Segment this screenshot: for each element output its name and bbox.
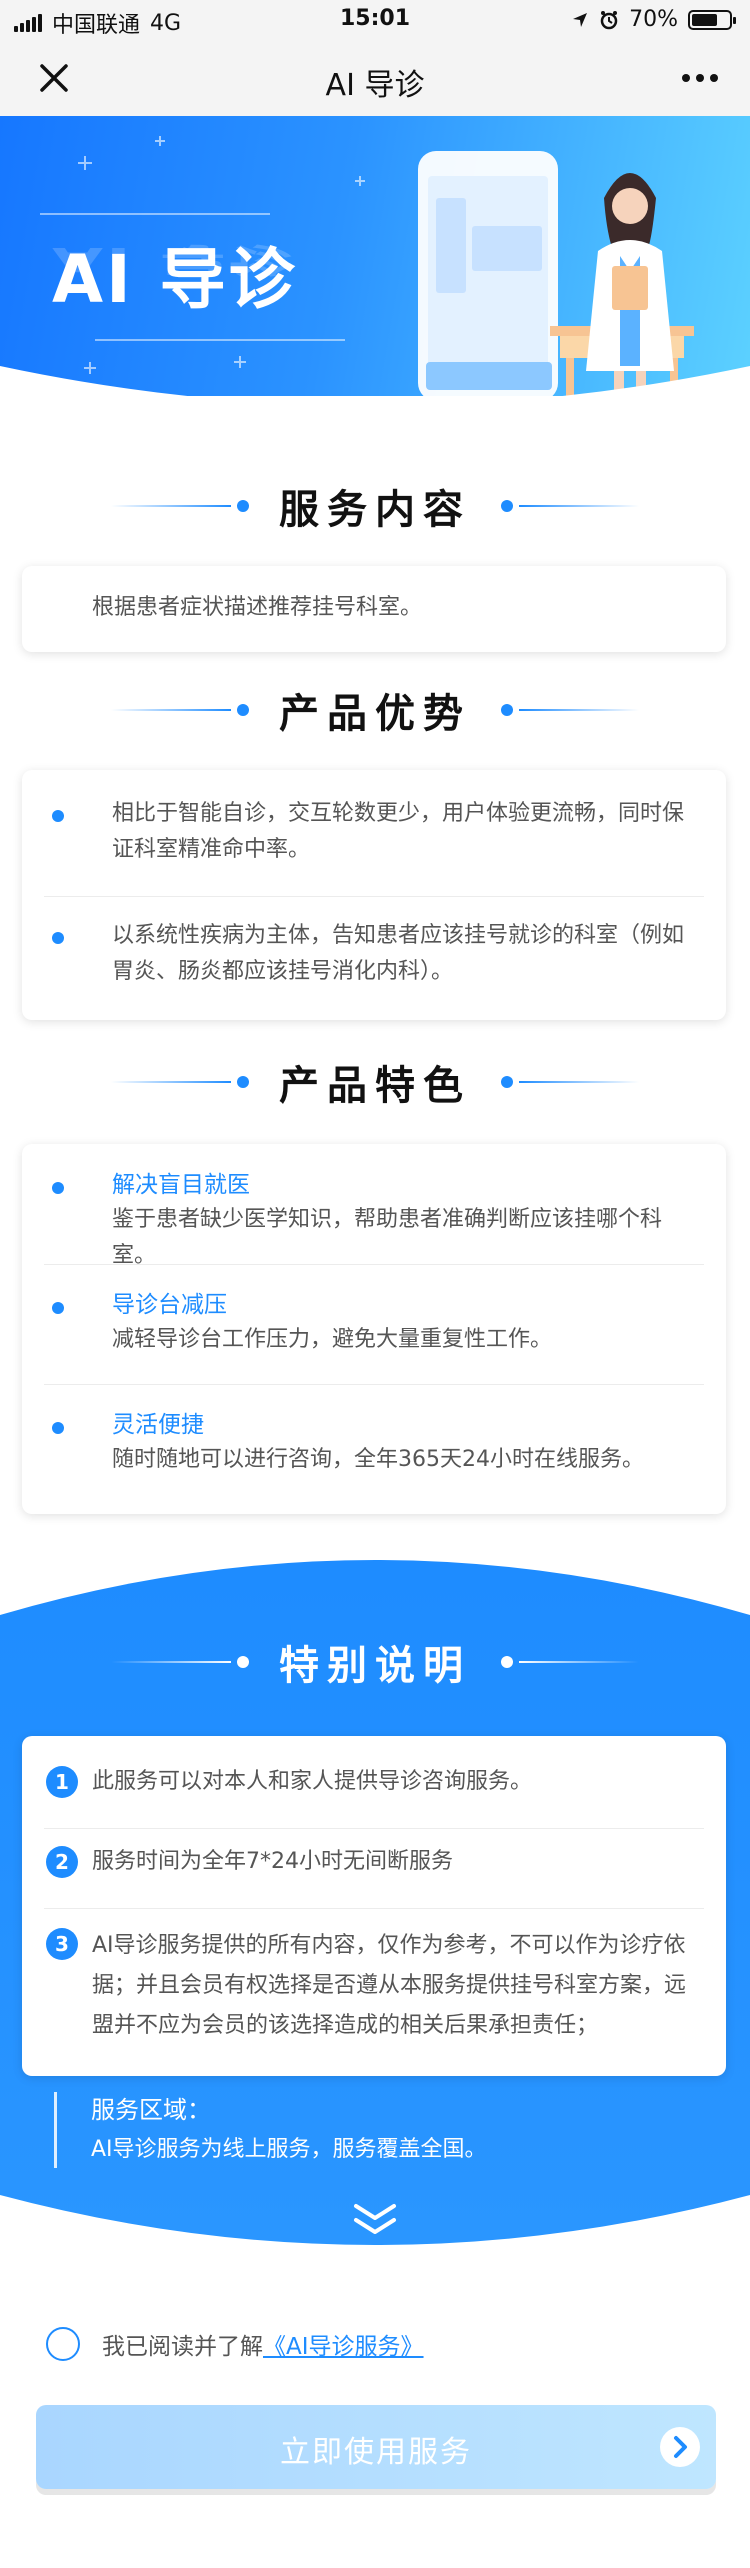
battery-percent: 70% bbox=[629, 7, 678, 32]
feature-title: 解决盲目就医 bbox=[112, 1172, 250, 1198]
divider bbox=[44, 1384, 704, 1385]
section-title-text: 产品特色 bbox=[279, 1063, 471, 1109]
list-item: 相比于智能自诊，交互轮数更少，用户体验更流畅，同时保证科室精准命中率。 bbox=[22, 796, 726, 868]
special-card: 1 此服务可以对本人和家人提供导诊咨询服务。 2 服务时间为全年7*24小时无间… bbox=[22, 1736, 726, 2076]
double-chevron-down-icon[interactable] bbox=[350, 2200, 400, 2240]
section-title-special: 特别说明 bbox=[0, 1634, 750, 1690]
region-label: 服务区域： bbox=[91, 2096, 211, 2124]
use-service-label: 立即使用服务 bbox=[280, 2435, 472, 2470]
more-icon[interactable] bbox=[680, 60, 720, 96]
status-bar: 中国联通 4G 15:01 70% bbox=[0, 0, 750, 40]
special-text: AI导诊服务提供的所有内容，仅作为参考，不可以作为诊疗依据；并且会员有权选择是否… bbox=[92, 1933, 687, 2038]
section-title-features: 产品特色 bbox=[0, 1054, 750, 1110]
feature-title: 灵活便捷 bbox=[112, 1412, 204, 1438]
hero-banner: AI 导诊 AI 导诊 bbox=[0, 116, 750, 396]
alarm-icon bbox=[600, 10, 618, 29]
feature-item: 解决盲目就医 鉴于患者缺少医学知识，帮助患者准确判断应该挂哪个科室。 bbox=[22, 1168, 726, 1274]
bullet-icon bbox=[52, 1302, 64, 1314]
feature-item: 灵活便捷 随时随地可以进行咨询，全年365天24小时在线服务。 bbox=[22, 1408, 726, 1478]
service-region: 服务区域： AI导诊服务为线上服务，服务覆盖全国。 bbox=[54, 2092, 487, 2168]
battery-icon bbox=[688, 9, 736, 30]
divider bbox=[44, 896, 704, 897]
feature-title: 导诊台减压 bbox=[112, 1292, 227, 1318]
advantages-card: 相比于智能自诊，交互轮数更少，用户体验更流畅，同时保证科室精准命中率。 以系统性… bbox=[22, 770, 726, 1020]
region-text: AI导诊服务为线上服务，服务覆盖全国。 bbox=[91, 2137, 487, 2162]
section-title-text: 服务内容 bbox=[279, 487, 471, 533]
use-service-button[interactable]: 立即使用服务 bbox=[36, 2405, 716, 2489]
nav-bar: AI 导诊 bbox=[0, 40, 750, 116]
arrow-right-icon bbox=[660, 2427, 700, 2467]
feature-item: 导诊台减压 减轻导诊台工作压力，避免大量重复性工作。 bbox=[22, 1288, 726, 1358]
features-card: 解决盲目就医 鉴于患者缺少医学知识，帮助患者准确判断应该挂哪个科室。 导诊台减压… bbox=[22, 1144, 726, 1514]
feature-desc: 随时随地可以进行咨询，全年365天24小时在线服务。 bbox=[112, 1447, 644, 1472]
section-title-advantages: 产品优势 bbox=[0, 682, 750, 738]
bullet-icon bbox=[52, 1182, 64, 1194]
divider bbox=[44, 1908, 704, 1909]
special-item: 1 此服务可以对本人和家人提供导诊咨询服务。 bbox=[22, 1764, 726, 1800]
number-badge: 1 bbox=[46, 1766, 78, 1798]
agreement-row[interactable]: 我已阅读并了解 《AI导诊服务》 bbox=[46, 2327, 424, 2361]
special-item: 3 AI导诊服务提供的所有内容，仅作为参考，不可以作为诊疗依据；并且会员有权选择… bbox=[22, 1926, 726, 2046]
bullet-icon bbox=[52, 810, 64, 822]
special-text: 此服务可以对本人和家人提供导诊咨询服务。 bbox=[92, 1769, 533, 1794]
bullet-icon bbox=[52, 1422, 64, 1434]
number-badge: 2 bbox=[46, 1846, 78, 1878]
divider bbox=[44, 1828, 704, 1829]
special-item: 2 服务时间为全年7*24小时无间断服务 bbox=[22, 1844, 726, 1880]
advantage-text: 以系统性疾病为主体，告知患者应该挂号就诊的科室（例如胃炎、肠炎都应该挂号消化内科… bbox=[112, 923, 685, 984]
section-title-text: 产品优势 bbox=[279, 691, 471, 737]
number-badge: 3 bbox=[46, 1928, 78, 1960]
special-text: 服务时间为全年7*24小时无间断服务 bbox=[92, 1849, 453, 1874]
bullet-icon bbox=[52, 932, 64, 944]
list-item: 以系统性疾病为主体，告知患者应该挂号就诊的科室（例如胃炎、肠炎都应该挂号消化内科… bbox=[22, 918, 726, 990]
service-card: 根据患者症状描述推荐挂号科室。 bbox=[22, 566, 726, 652]
advantage-text: 相比于智能自诊，交互轮数更少，用户体验更流畅，同时保证科室精准命中率。 bbox=[112, 801, 685, 862]
service-text: 根据患者症状描述推荐挂号科室。 bbox=[92, 595, 423, 620]
nav-title: AI 导诊 bbox=[325, 68, 425, 103]
battery-fill bbox=[692, 13, 718, 26]
feature-desc: 减轻导诊台工作压力，避免大量重复性工作。 bbox=[112, 1327, 553, 1352]
status-right: 70% bbox=[571, 7, 736, 32]
agreement-link[interactable]: 《AI导诊服务》 bbox=[263, 2327, 424, 2361]
location-icon bbox=[573, 12, 588, 27]
agreement-text: 我已阅读并了解 bbox=[102, 2334, 263, 2360]
agreement-checkbox[interactable] bbox=[46, 2327, 80, 2361]
hero-title-reflection: AI 导诊 bbox=[52, 240, 298, 279]
section-title-text: 特别说明 bbox=[279, 1643, 471, 1689]
divider bbox=[44, 1264, 704, 1265]
section-title-service: 服务内容 bbox=[0, 478, 750, 534]
